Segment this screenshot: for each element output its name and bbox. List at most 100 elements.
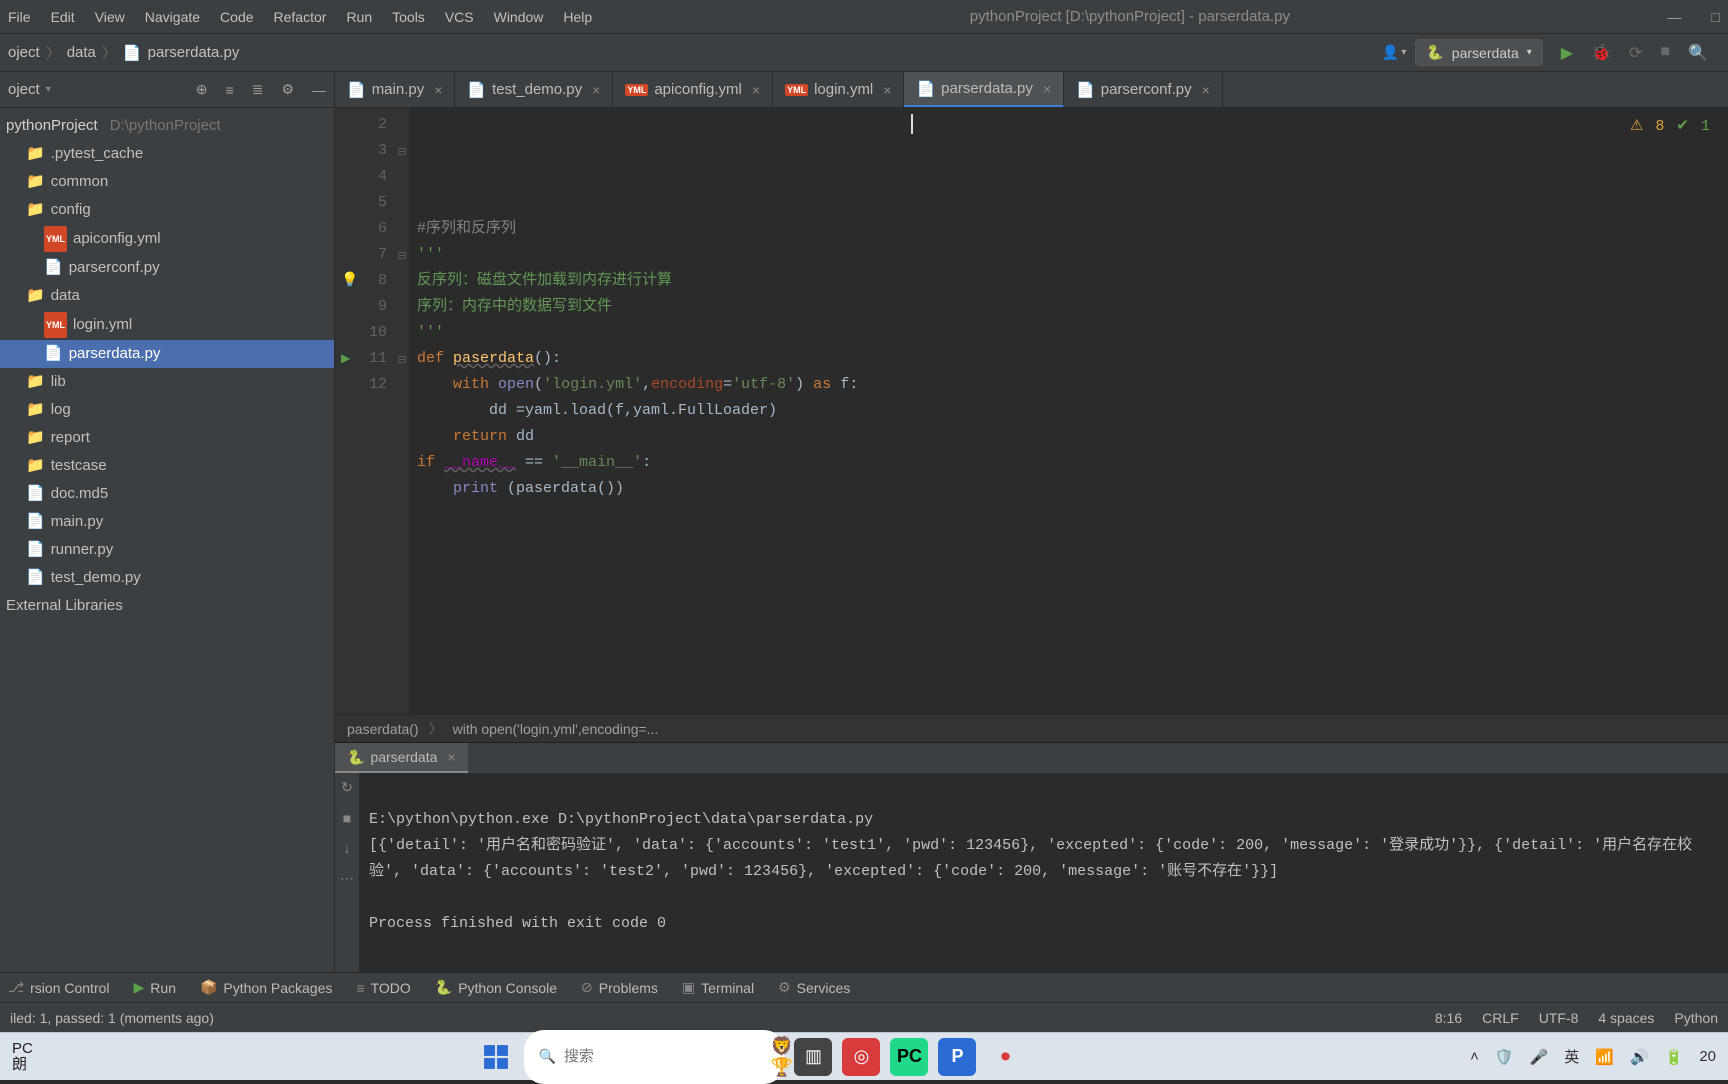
line-number-gutter[interactable]: 234567💡8910▶1112 bbox=[335, 108, 395, 714]
taskbar-app-record[interactable]: ⏺ bbox=[986, 1038, 1024, 1076]
tree-folder-common[interactable]: 📁common bbox=[0, 168, 334, 196]
tool-problems[interactable]: ⊘Problems bbox=[581, 979, 658, 996]
tree-file-login-yml[interactable]: YMLlogin.yml bbox=[0, 310, 334, 340]
tree-folder-data[interactable]: 📁data bbox=[0, 282, 334, 310]
tool-services[interactable]: ⚙Services bbox=[778, 979, 850, 996]
editor-tab-test-demo[interactable]: 📄test_demo.py× bbox=[455, 72, 613, 107]
breadcrumb-file[interactable]: parserdata.py bbox=[148, 44, 240, 61]
tree-file-runner-py[interactable]: 📄runner.py bbox=[0, 536, 334, 564]
editor-tab-login[interactable]: YMLlogin.yml× bbox=[773, 72, 904, 107]
tree-folder-log[interactable]: 📁log bbox=[0, 396, 334, 424]
tree-folder-report[interactable]: 📁report bbox=[0, 424, 334, 452]
tree-root[interactable]: pythonProject D:\pythonProject bbox=[0, 112, 334, 140]
close-icon[interactable]: × bbox=[592, 82, 600, 98]
breadcrumb-folder[interactable]: data bbox=[67, 44, 96, 61]
tool-python-console[interactable]: 🐍Python Console bbox=[435, 979, 557, 996]
editor-tab-parserdata[interactable]: 📄parserdata.py× bbox=[904, 72, 1064, 107]
status-interpreter[interactable]: Python bbox=[1674, 1010, 1718, 1026]
editor-tab-apiconfig[interactable]: YMLapiconfig.yml× bbox=[613, 72, 773, 107]
tree-file-doc-md5[interactable]: 📄doc.md5 bbox=[0, 480, 334, 508]
tree-file-parserconf[interactable]: 📄parserconf.py bbox=[0, 254, 334, 282]
tray-shield-icon[interactable]: 🛡️ bbox=[1495, 1048, 1514, 1066]
expand-all-icon[interactable]: ≡ bbox=[226, 82, 234, 98]
stop-icon[interactable]: ■ bbox=[343, 810, 351, 826]
code-area[interactable]: ⚠8 ✔1 #序列和反序列'''反序列：磁盘文件加载到内存进行计算序列：内存中的… bbox=[409, 108, 1728, 714]
run-output[interactable]: E:\python\python.exe D:\pythonProject\da… bbox=[359, 773, 1728, 972]
tree-file-main-py[interactable]: 📄main.py bbox=[0, 508, 334, 536]
project-view-label[interactable]: oject bbox=[8, 81, 40, 98]
tree-folder-pytest-cache[interactable]: 📁.pytest_cache bbox=[0, 140, 334, 168]
inspection-badges[interactable]: ⚠8 ✔1 bbox=[1630, 114, 1710, 140]
menu-navigate[interactable]: Navigate bbox=[145, 9, 200, 25]
taskbar-app-pycharm[interactable]: PC bbox=[890, 1038, 928, 1076]
taskbar-search-input[interactable] bbox=[564, 1048, 763, 1065]
breadcrumb-root[interactable]: oject bbox=[8, 44, 40, 61]
tool-python-packages[interactable]: 📦Python Packages bbox=[200, 979, 332, 996]
rerun-icon[interactable]: ↻ bbox=[341, 779, 353, 796]
tree-folder-testcase[interactable]: 📁testcase bbox=[0, 452, 334, 480]
menu-view[interactable]: View bbox=[95, 9, 125, 25]
tray-clock[interactable]: 20 bbox=[1699, 1048, 1716, 1065]
menu-file[interactable]: File bbox=[8, 9, 31, 25]
tray-wifi-icon[interactable]: 📶 bbox=[1595, 1048, 1614, 1066]
editor-tab-parserconf[interactable]: 📄parserconf.py× bbox=[1064, 72, 1223, 107]
stop-button[interactable]: ■ bbox=[1660, 43, 1670, 63]
close-icon[interactable]: × bbox=[434, 82, 442, 98]
down-icon[interactable]: ↓ bbox=[344, 840, 351, 856]
status-encoding[interactable]: UTF-8 bbox=[1539, 1010, 1579, 1026]
user-dropdown[interactable]: 👤 ▾ bbox=[1379, 41, 1409, 64]
fold-gutter[interactable]: ⊟⊟⊟ bbox=[395, 108, 409, 714]
editor-tab-main[interactable]: 📄main.py× bbox=[335, 72, 455, 107]
menu-tools[interactable]: Tools bbox=[392, 9, 425, 25]
tree-file-apiconfig[interactable]: YMLapiconfig.yml bbox=[0, 224, 334, 254]
tool-todo[interactable]: ≡TODO bbox=[356, 980, 410, 996]
run-tab-parserdata[interactable]: 🐍 parserdata × bbox=[335, 743, 468, 773]
crumb-with[interactable]: with open('login.yml',encoding=... bbox=[453, 721, 659, 737]
hide-icon[interactable]: ― bbox=[312, 82, 326, 98]
menu-refactor[interactable]: Refactor bbox=[274, 9, 327, 25]
status-caret-pos[interactable]: 8:16 bbox=[1435, 1010, 1462, 1026]
menu-code[interactable]: Code bbox=[220, 9, 253, 25]
menu-help[interactable]: Help bbox=[563, 9, 592, 25]
editor-body[interactable]: 234567💡8910▶1112 ⊟⊟⊟ ⚠8 ✔1 #序列和反序列'''反序列… bbox=[335, 108, 1728, 714]
taskbar-search[interactable]: 🔍 🦁🏆 bbox=[524, 1030, 784, 1084]
taskbar-widget[interactable]: PC 朗 bbox=[12, 1041, 33, 1073]
tool-version-control[interactable]: ⎇rsion Control bbox=[8, 979, 110, 996]
search-button[interactable]: 🔍 bbox=[1688, 43, 1708, 63]
tool-run[interactable]: ▶Run bbox=[134, 979, 176, 996]
close-icon[interactable]: × bbox=[447, 749, 455, 765]
tray-ime[interactable]: 英 bbox=[1564, 1046, 1579, 1067]
tree-folder-lib[interactable]: 📁lib bbox=[0, 368, 334, 396]
settings-icon[interactable]: ⋯ bbox=[340, 870, 354, 887]
start-button[interactable] bbox=[478, 1039, 514, 1075]
tray-battery-icon[interactable]: 🔋 bbox=[1665, 1048, 1684, 1066]
tree-file-parserdata-py[interactable]: 📄parserdata.py bbox=[0, 340, 334, 368]
menu-edit[interactable]: Edit bbox=[51, 9, 75, 25]
maximize-button[interactable]: □ bbox=[1712, 9, 1720, 25]
tree-folder-config[interactable]: 📁config bbox=[0, 196, 334, 224]
close-icon[interactable]: × bbox=[883, 82, 891, 98]
gear-icon[interactable]: ⚙ bbox=[281, 81, 294, 98]
taskbar-app-4[interactable]: P bbox=[938, 1038, 976, 1076]
close-icon[interactable]: × bbox=[1202, 82, 1210, 98]
menu-vcs[interactable]: VCS bbox=[445, 9, 474, 25]
status-line-separator[interactable]: CRLF bbox=[1482, 1010, 1519, 1026]
project-tree[interactable]: pythonProject D:\pythonProject 📁.pytest_… bbox=[0, 108, 334, 972]
debug-button[interactable]: 🐞 bbox=[1591, 43, 1611, 63]
collapse-all-icon[interactable]: ≣ bbox=[252, 81, 264, 98]
minimize-button[interactable]: ― bbox=[1668, 9, 1682, 25]
crumb-func[interactable]: paserdata() bbox=[347, 721, 419, 737]
menu-run[interactable]: Run bbox=[346, 9, 372, 25]
tree-external-libraries[interactable]: External Libraries bbox=[0, 592, 334, 620]
tool-terminal[interactable]: ▣Terminal bbox=[682, 979, 754, 996]
close-icon[interactable]: × bbox=[1043, 81, 1051, 97]
tray-chevron-up-icon[interactable]: ˄ bbox=[1470, 1048, 1479, 1065]
close-icon[interactable]: × bbox=[752, 82, 760, 98]
tray-mic-icon[interactable]: 🎤 bbox=[1530, 1048, 1549, 1066]
coverage-button[interactable]: ⟳ bbox=[1629, 43, 1642, 63]
taskbar-app-explorer[interactable]: ▥ bbox=[794, 1038, 832, 1076]
menu-window[interactable]: Window bbox=[494, 9, 544, 25]
run-button[interactable]: ▶ bbox=[1561, 43, 1573, 63]
tray-volume-icon[interactable]: 🔊 bbox=[1630, 1048, 1649, 1066]
status-indent[interactable]: 4 spaces bbox=[1598, 1010, 1654, 1026]
